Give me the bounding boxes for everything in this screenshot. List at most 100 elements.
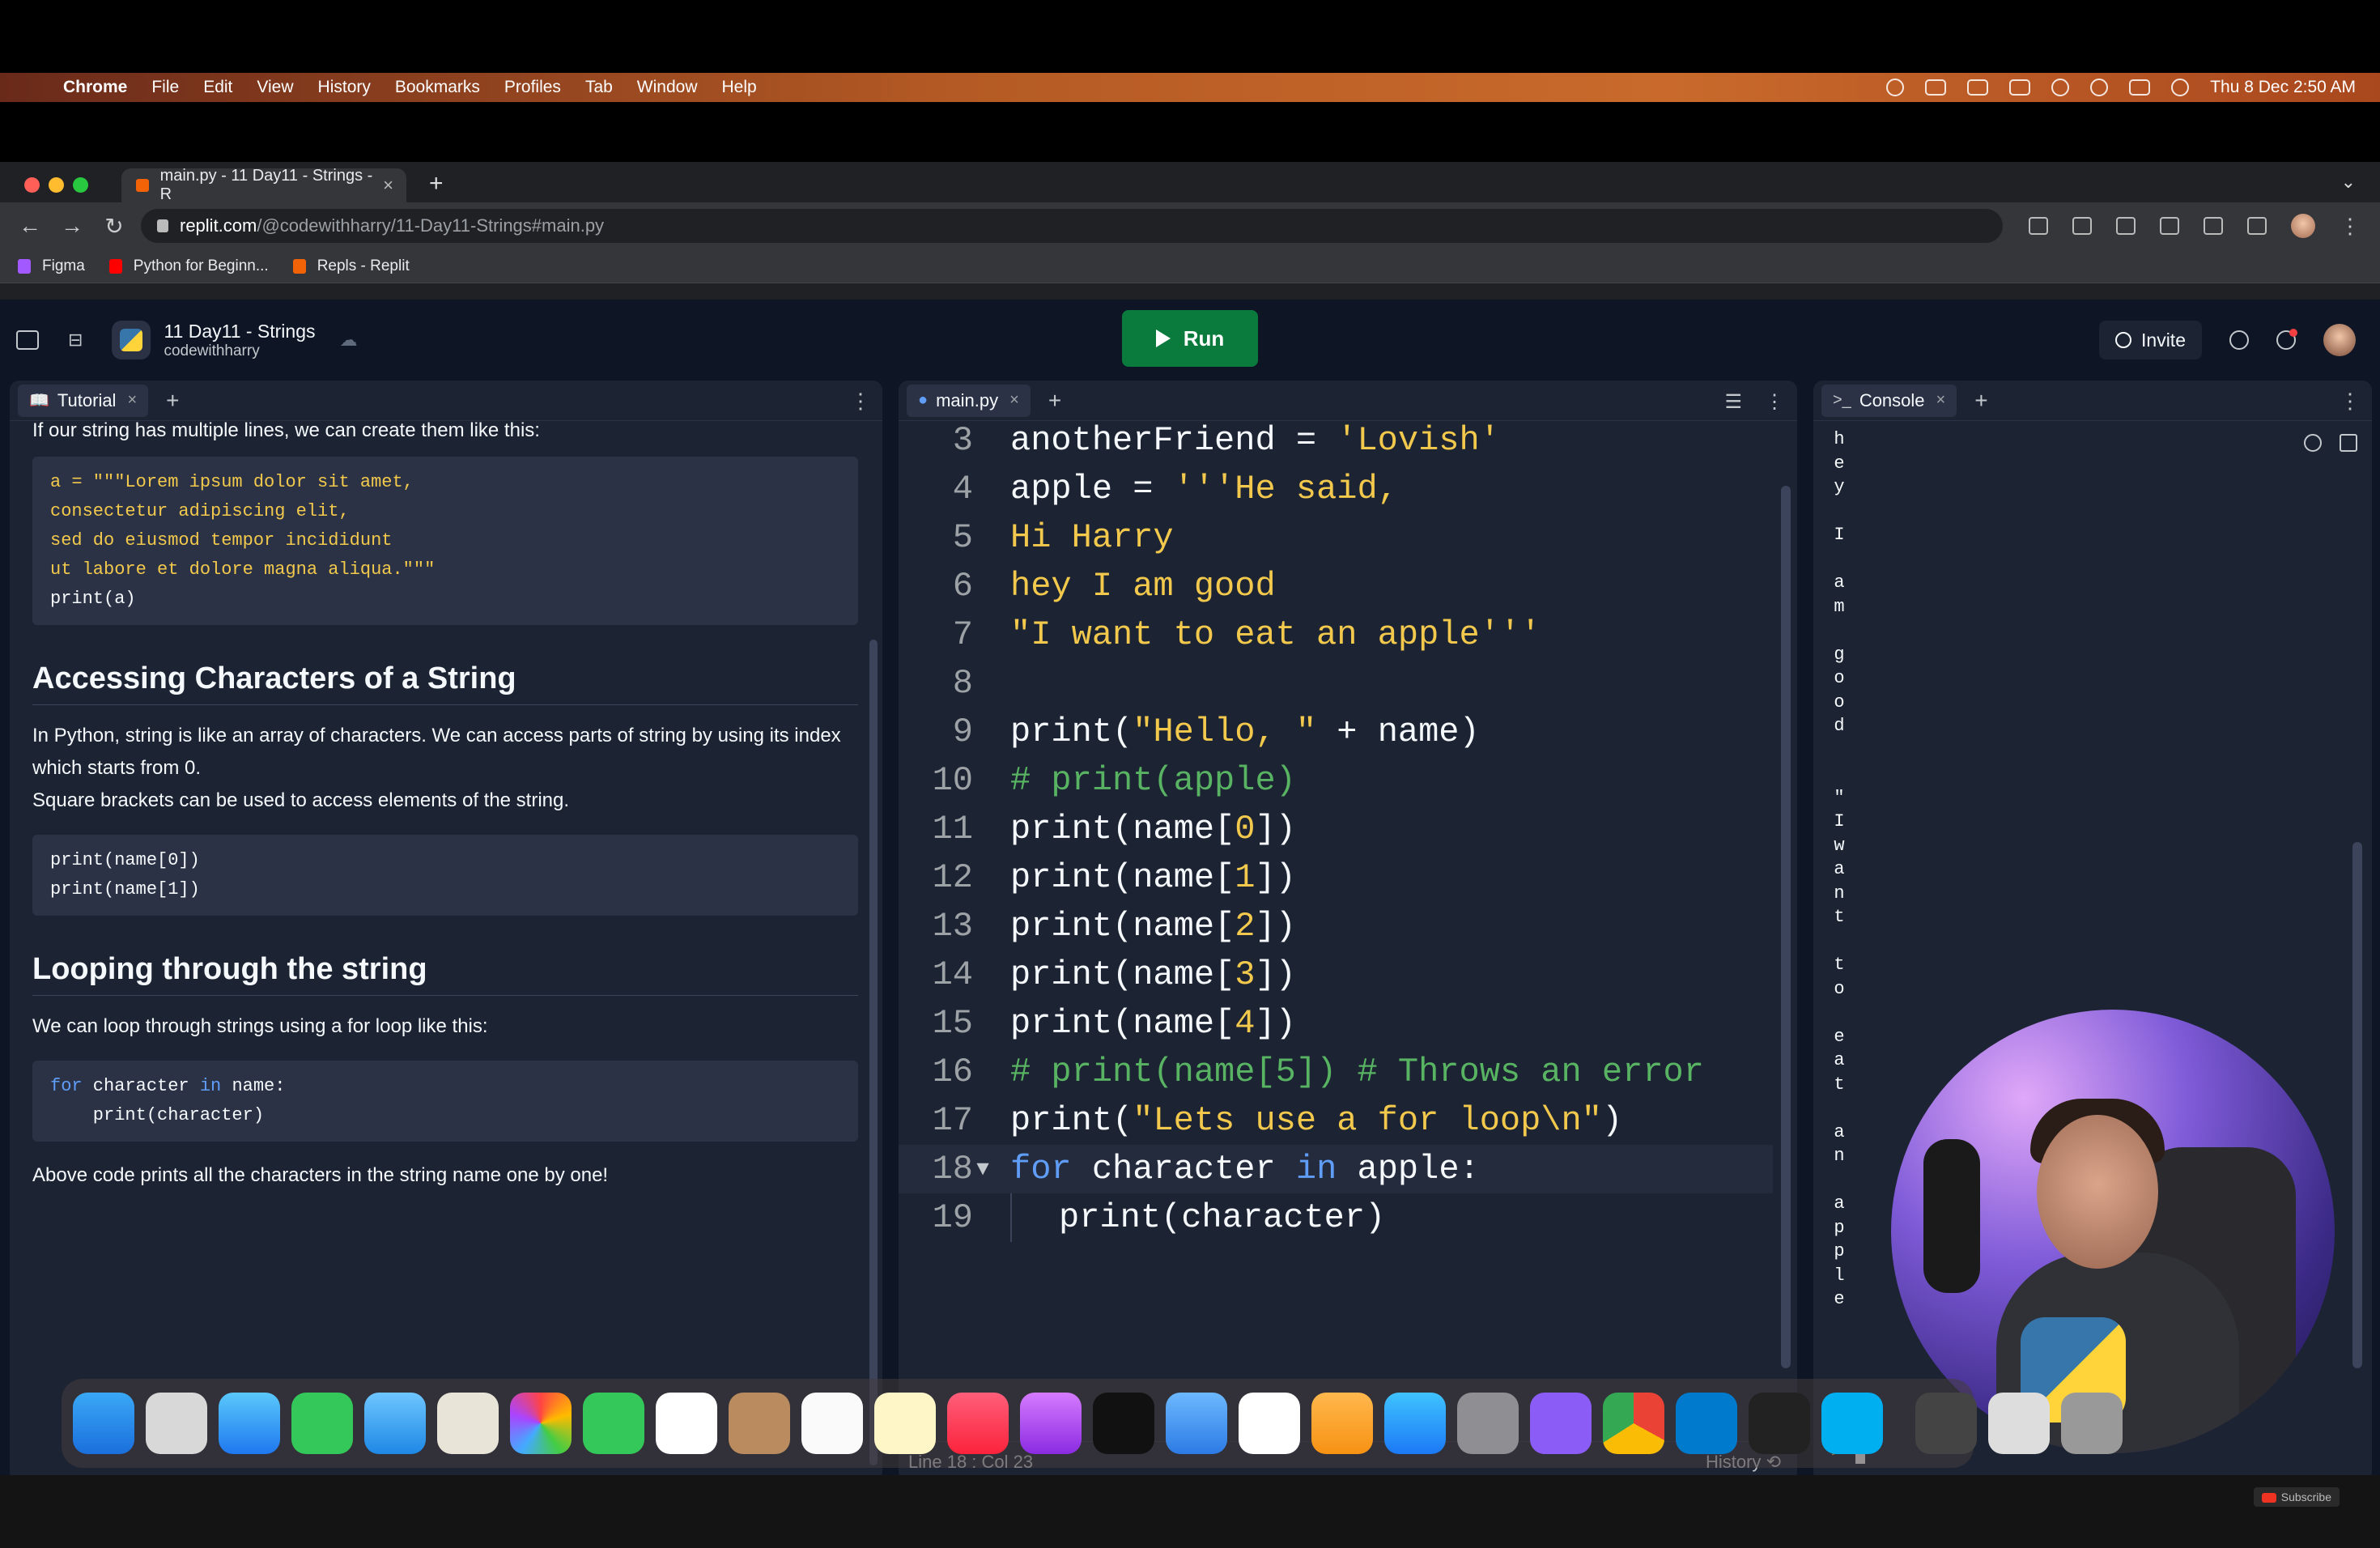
numbers-icon[interactable] <box>1239 1393 1300 1454</box>
minimize-window-button[interactable] <box>49 177 64 193</box>
install-app-icon[interactable] <box>2029 217 2048 235</box>
menu-file[interactable]: File <box>151 78 179 97</box>
pane-menu-icon[interactable]: ⋮ <box>2340 389 2361 414</box>
chrome-menu-icon[interactable]: ⋮ <box>2340 214 2361 239</box>
side-panel-icon[interactable] <box>2247 217 2267 235</box>
clear-console-trash-icon[interactable] <box>2340 434 2357 452</box>
bookmark-python[interactable]: Python for Beginn... <box>108 257 269 275</box>
siri-icon[interactable] <box>2171 79 2190 96</box>
profile-avatar[interactable] <box>2291 214 2315 238</box>
tab-console[interactable]: >_ Console × <box>1821 384 1957 417</box>
address-bar[interactable]: replit.com/@codewithharry/11-Day11-Strin… <box>141 209 2003 243</box>
close-tab-icon[interactable]: × <box>383 175 393 196</box>
menu-view[interactable]: View <box>257 78 293 97</box>
tab-tutorial[interactable]: 📖 Tutorial × <box>18 384 149 417</box>
bookmark-repls[interactable]: Repls - Replit <box>292 257 410 275</box>
apple-menu-icon[interactable] <box>24 78 42 97</box>
safari-icon[interactable] <box>219 1393 280 1454</box>
vscode-icon[interactable] <box>1676 1393 1737 1454</box>
bookmark-figma[interactable]: Figma <box>18 257 85 275</box>
add-tab-icon[interactable]: + <box>1048 388 1061 414</box>
user-avatar[interactable] <box>2323 324 2356 356</box>
close-window-button[interactable] <box>24 177 40 193</box>
keynote-icon[interactable] <box>1166 1393 1227 1454</box>
finder-icon[interactable] <box>73 1393 134 1454</box>
file-tree-icon[interactable]: ⊟ <box>68 330 83 351</box>
podcasts-icon[interactable] <box>1020 1393 1082 1454</box>
chrome-icon[interactable] <box>1603 1393 1664 1454</box>
browser-tab-active[interactable]: main.py - 11 Day11 - Strings - R × <box>121 167 406 203</box>
menu-history[interactable]: History <box>318 78 371 97</box>
cloud-icon[interactable] <box>1925 79 1947 96</box>
feedback-icon[interactable] <box>1530 1393 1592 1454</box>
share-icon[interactable] <box>2116 217 2136 235</box>
close-tab-icon[interactable]: × <box>1009 391 1019 410</box>
app-store-icon[interactable] <box>1384 1393 1446 1454</box>
contacts-icon[interactable] <box>729 1393 790 1454</box>
trash-icon[interactable] <box>2061 1393 2123 1454</box>
extensions-icon[interactable] <box>2204 217 2223 235</box>
menu-profiles[interactable]: Profiles <box>504 78 561 97</box>
invite-button[interactable]: Invite <box>2099 321 2202 359</box>
console-scrollbar[interactable] <box>2352 842 2362 1368</box>
bookmark-star-icon[interactable] <box>2160 217 2179 235</box>
project-title[interactable]: 11 Day11 - Strings codewithharry <box>164 321 315 360</box>
pane-menu-icon[interactable]: ⋮ <box>850 389 871 414</box>
menu-clock[interactable]: Thu 8 Dec 2:50 AM <box>2210 78 2356 97</box>
back-icon[interactable]: ← <box>18 213 42 239</box>
mail-icon[interactable] <box>364 1393 426 1454</box>
menu-app-name[interactable]: Chrome <box>63 78 127 97</box>
apple-tv-icon[interactable] <box>1093 1393 1154 1454</box>
lock-icon[interactable] <box>157 219 168 232</box>
subscribe-badge[interactable]: Subscribe <box>2253 1487 2340 1507</box>
pane-menu-icon[interactable]: ⋮ <box>1765 390 1784 414</box>
reload-icon[interactable]: ↻ <box>102 213 126 240</box>
notes-icon[interactable] <box>874 1393 936 1454</box>
downloads-icon[interactable] <box>1988 1393 2050 1454</box>
tab-search-chevron-icon[interactable]: ⌄ <box>2341 172 2356 193</box>
menu-window[interactable]: Window <box>637 78 698 97</box>
menu-help[interactable]: Help <box>722 78 757 97</box>
close-tab-icon[interactable]: × <box>127 391 137 410</box>
run-button[interactable]: Run <box>1122 310 1258 367</box>
tab-main-py[interactable]: ● main.py × <box>907 384 1031 417</box>
display-icon[interactable] <box>1967 79 1989 96</box>
format-icon[interactable]: ☰ <box>1724 390 1742 414</box>
menu-bookmarks[interactable]: Bookmarks <box>395 78 480 97</box>
fold-arrow-icon[interactable]: ▼ <box>973 1157 992 1181</box>
maps-icon[interactable] <box>437 1393 499 1454</box>
zoom-window-button[interactable] <box>73 177 88 193</box>
code-editor[interactable]: 3 anotherFriend = 'Lovish' 4 apple = '''He… <box>899 421 1773 1384</box>
reminders-icon[interactable] <box>801 1393 863 1454</box>
python-repl-icon[interactable] <box>112 321 151 359</box>
status-app-icon[interactable] <box>1886 79 1905 96</box>
launchpad-icon[interactable] <box>146 1393 207 1454</box>
terminal-icon[interactable] <box>1749 1393 1810 1454</box>
obs-icon[interactable] <box>1915 1393 1977 1454</box>
search-icon[interactable] <box>2229 330 2249 350</box>
pages-icon[interactable] <box>1311 1393 1373 1454</box>
add-tab-icon[interactable]: + <box>166 388 179 414</box>
system-settings-icon[interactable] <box>1457 1393 1519 1454</box>
messages-icon[interactable] <box>291 1393 353 1454</box>
wifi-icon[interactable] <box>2051 79 2070 96</box>
facetime-icon[interactable] <box>583 1393 644 1454</box>
close-tab-icon[interactable]: × <box>1936 391 1946 410</box>
battery-icon[interactable] <box>2009 79 2031 96</box>
photos-icon[interactable] <box>510 1393 572 1454</box>
new-tab-icon[interactable]: + <box>429 170 444 198</box>
calendar-icon[interactable] <box>656 1393 717 1454</box>
notifications-bell-icon[interactable] <box>2276 329 2297 350</box>
tutorial-scrollbar[interactable] <box>869 640 878 1465</box>
sidebar-toggle-icon[interactable] <box>16 330 39 350</box>
spotlight-icon[interactable] <box>2090 79 2109 96</box>
console-search-icon[interactable] <box>2304 434 2322 452</box>
menu-edit[interactable]: Edit <box>203 78 232 97</box>
menu-tab[interactable]: Tab <box>585 78 613 97</box>
forward-icon[interactable]: → <box>60 213 84 239</box>
zoom-icon[interactable] <box>2072 217 2092 235</box>
music-icon[interactable] <box>947 1393 1009 1454</box>
editor-scrollbar[interactable] <box>1781 486 1791 1368</box>
skype-icon[interactable] <box>1821 1393 1883 1454</box>
control-center-icon[interactable] <box>2129 79 2151 96</box>
